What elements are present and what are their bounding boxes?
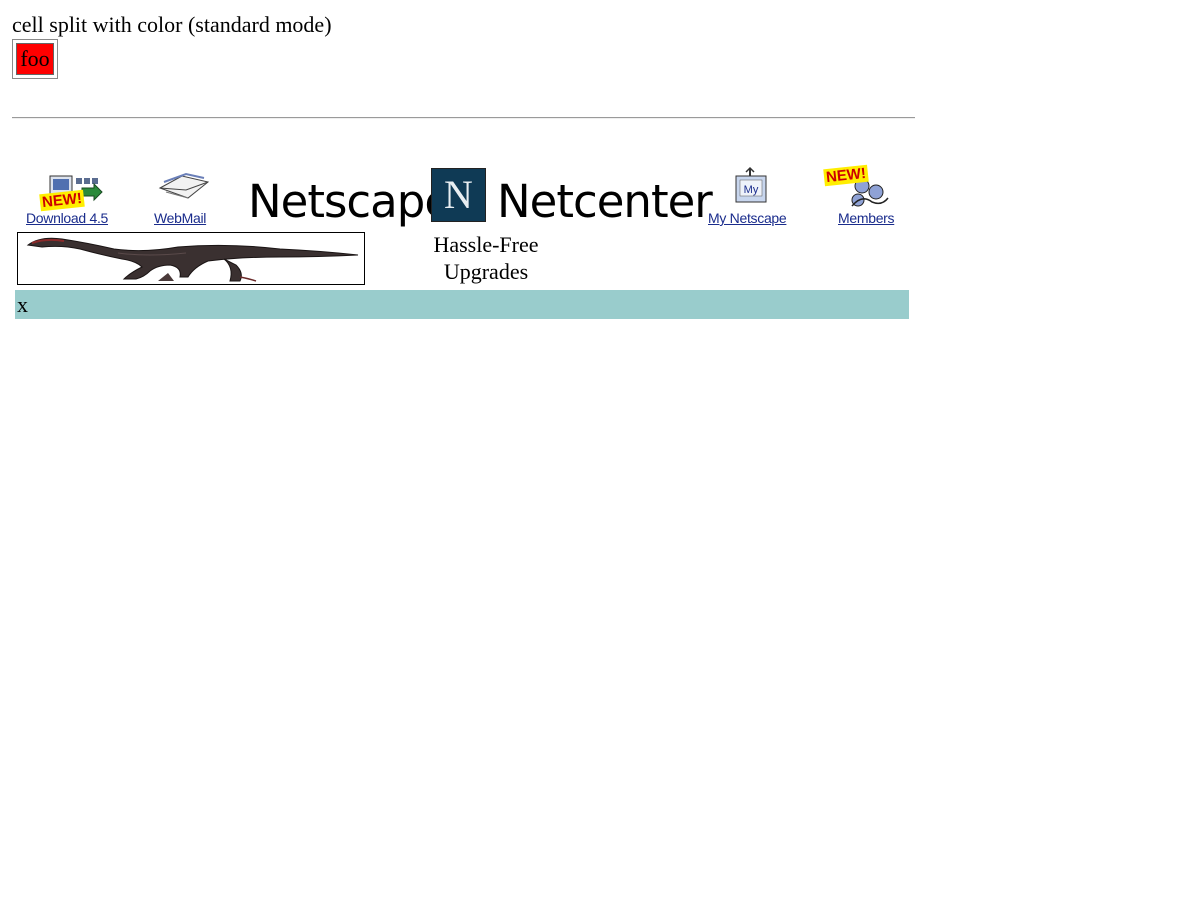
nav-members-link[interactable]: NEW! Members — [822, 162, 900, 228]
brand-netscape-text: Netscape — [248, 175, 452, 228]
hassle-free-upgrades-text: Hassle-Free Upgrades — [433, 232, 539, 284]
nav-members-label: Members — [838, 210, 895, 226]
colored-cell: foo — [16, 43, 54, 75]
nav-webmail-link[interactable]: WebMail — [152, 162, 216, 228]
logo-letter: N — [444, 172, 473, 217]
my-netscape-icon: My — [735, 166, 767, 203]
webmail-icon — [158, 172, 210, 199]
nav-my-netscape-link[interactable]: My My Netscape — [706, 162, 798, 228]
dinosaur-image — [26, 237, 359, 282]
dinosaur-banner-image[interactable] — [17, 232, 365, 285]
nav-download-link[interactable]: NEW! Download 4.5 — [24, 162, 120, 228]
split-cell-table: foo — [12, 39, 58, 79]
nav-webmail-label: WebMail — [154, 210, 207, 226]
netscape-netcenter-logo: Netscape N Netcenter — [248, 168, 713, 228]
netscape-n-logo-icon: N — [431, 168, 486, 222]
brand-netcenter-text: Netcenter — [497, 175, 713, 228]
bar-cell-text: x — [17, 292, 28, 317]
colored-bar-cell: x — [15, 290, 909, 319]
nav-download-label: Download 4.5 — [26, 210, 109, 226]
page-heading: cell split with color (standard mode) — [12, 12, 332, 37]
horizontal-rule — [12, 117, 915, 119]
nav-my-netscape-label: My Netscape — [708, 210, 787, 226]
my-netscape-icon-text: My — [744, 184, 759, 196]
